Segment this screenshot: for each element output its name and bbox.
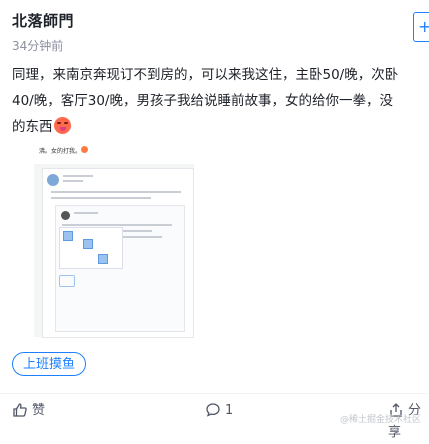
- author-name[interactable]: 北落師門: [12, 10, 74, 31]
- image-tabs: [42, 158, 182, 173]
- comment-count: 1: [225, 403, 234, 418]
- topic-tag[interactable]: 上班摸鱼: [12, 352, 87, 376]
- post-time: 34分钟前: [12, 39, 64, 53]
- comment-icon: [206, 403, 220, 417]
- like-label: 赞: [32, 403, 46, 418]
- nested-button: [59, 275, 75, 287]
- thumb-up-icon: [13, 403, 27, 417]
- emoji-dot-icon: [81, 146, 88, 153]
- like-button[interactable]: 赞: [12, 400, 45, 422]
- thumbnail-icon: [63, 231, 73, 241]
- post-content: 同理，来南京奔现订不到房的，可以来我这住，主卧50/晚，次卧 40/晚，客厅30…: [12, 62, 429, 140]
- tongue-face-emoji: [53, 117, 71, 134]
- image-header: 沸。女的打我。: [34, 142, 194, 173]
- image-card: [42, 168, 194, 338]
- text-line: [63, 175, 93, 177]
- comment-button[interactable]: 1: [205, 400, 233, 422]
- image-header-text: 沸。女的打我。: [39, 148, 82, 155]
- content-line: 40/晚，客厅30/晚，男孩子我给说睡前故事，女的给你一拳，没: [12, 93, 393, 109]
- watermark: @稀土掘金技术社区: [340, 415, 422, 425]
- follow-button[interactable]: +: [413, 12, 429, 42]
- thumbnail-icon: [83, 239, 93, 249]
- text-line: [51, 191, 181, 193]
- post-image[interactable]: 沸。女的打我。: [34, 142, 194, 338]
- text-line: [74, 212, 98, 214]
- post-card: 北落師門 34分钟前 + 同理，来南京奔现订不到房的，可以来我这住，主卧50/晚…: [0, 0, 429, 440]
- text-line: [63, 180, 83, 182]
- thumbnail-icon: [98, 254, 108, 264]
- text-line: [62, 224, 172, 226]
- content-line: 同理，来南京奔现订不到房的，可以来我这住，主卧50/晚，次卧: [12, 67, 399, 83]
- content-line-last: 的东西: [12, 114, 429, 140]
- plus-icon: +: [418, 17, 429, 36]
- avatar: [61, 211, 70, 220]
- avatar: [47, 174, 59, 186]
- text-line: [51, 197, 151, 199]
